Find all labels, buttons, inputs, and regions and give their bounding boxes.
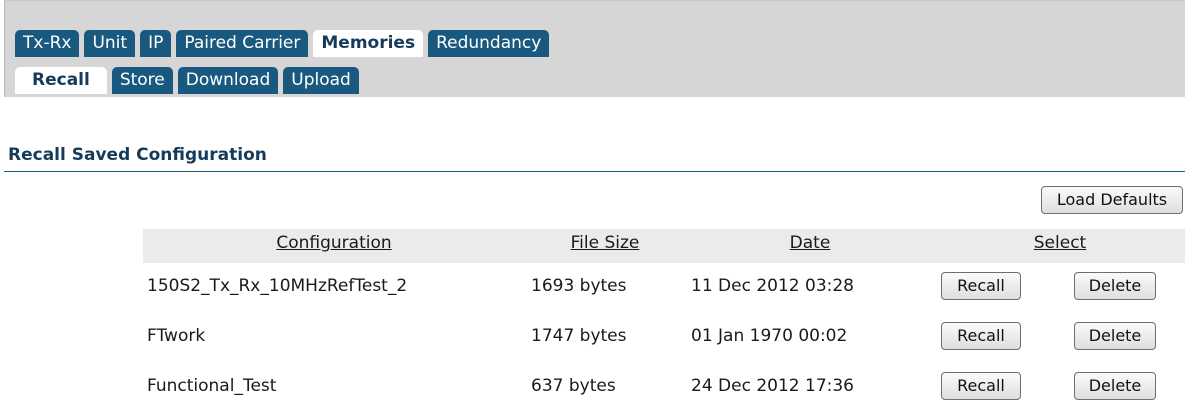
recall-button[interactable]: Recall [941, 372, 1021, 400]
sub-tabs: Recall Store Download Upload [15, 67, 364, 94]
config-name: 150S2_Tx_Rx_10MHzRefTest_2 [147, 276, 408, 296]
file-size: 1747 bytes [531, 326, 627, 346]
main-tabs: Tx-Rx Unit IP Paired Carrier Memories Re… [15, 30, 554, 57]
delete-button[interactable]: Delete [1074, 272, 1156, 300]
tab-unit[interactable]: Unit [84, 30, 136, 57]
file-size: 637 bytes [531, 376, 616, 396]
tab-bar: Tx-Rx Unit IP Paired Carrier Memories Re… [4, 1, 1185, 97]
column-header-date[interactable]: Date [685, 233, 935, 253]
load-defaults-button[interactable]: Load Defaults [1041, 186, 1183, 214]
delete-button[interactable]: Delete [1074, 372, 1156, 400]
section-title: Recall Saved Configuration [8, 145, 267, 165]
config-name: Functional_Test [147, 376, 277, 396]
page: Tx-Rx Unit IP Paired Carrier Memories Re… [0, 0, 1185, 408]
tab-ip[interactable]: IP [140, 30, 172, 57]
config-date: 11 Dec 2012 03:28 [691, 276, 854, 296]
tab-paired-carrier[interactable]: Paired Carrier [176, 30, 309, 57]
section-divider [4, 171, 1185, 172]
column-header-file-size[interactable]: File Size [525, 233, 685, 253]
tab-redundancy[interactable]: Redundancy [428, 30, 550, 57]
config-date: 01 Jan 1970 00:02 [691, 326, 848, 346]
delete-button[interactable]: Delete [1074, 322, 1156, 350]
subtab-download[interactable]: Download [177, 67, 279, 94]
subtab-recall[interactable]: Recall [15, 67, 107, 94]
subtab-store[interactable]: Store [111, 67, 173, 94]
tab-memories[interactable]: Memories [313, 30, 424, 57]
column-header-select[interactable]: Select [935, 233, 1185, 253]
file-size: 1693 bytes [531, 276, 627, 296]
config-date: 24 Dec 2012 17:36 [691, 376, 854, 396]
recall-button[interactable]: Recall [941, 272, 1021, 300]
tab-tx-rx[interactable]: Tx-Rx [15, 30, 80, 57]
subtab-upload[interactable]: Upload [283, 67, 359, 94]
config-name: FTwork [147, 326, 206, 346]
column-header-configuration[interactable]: Configuration [143, 233, 525, 253]
recall-button[interactable]: Recall [941, 322, 1021, 350]
